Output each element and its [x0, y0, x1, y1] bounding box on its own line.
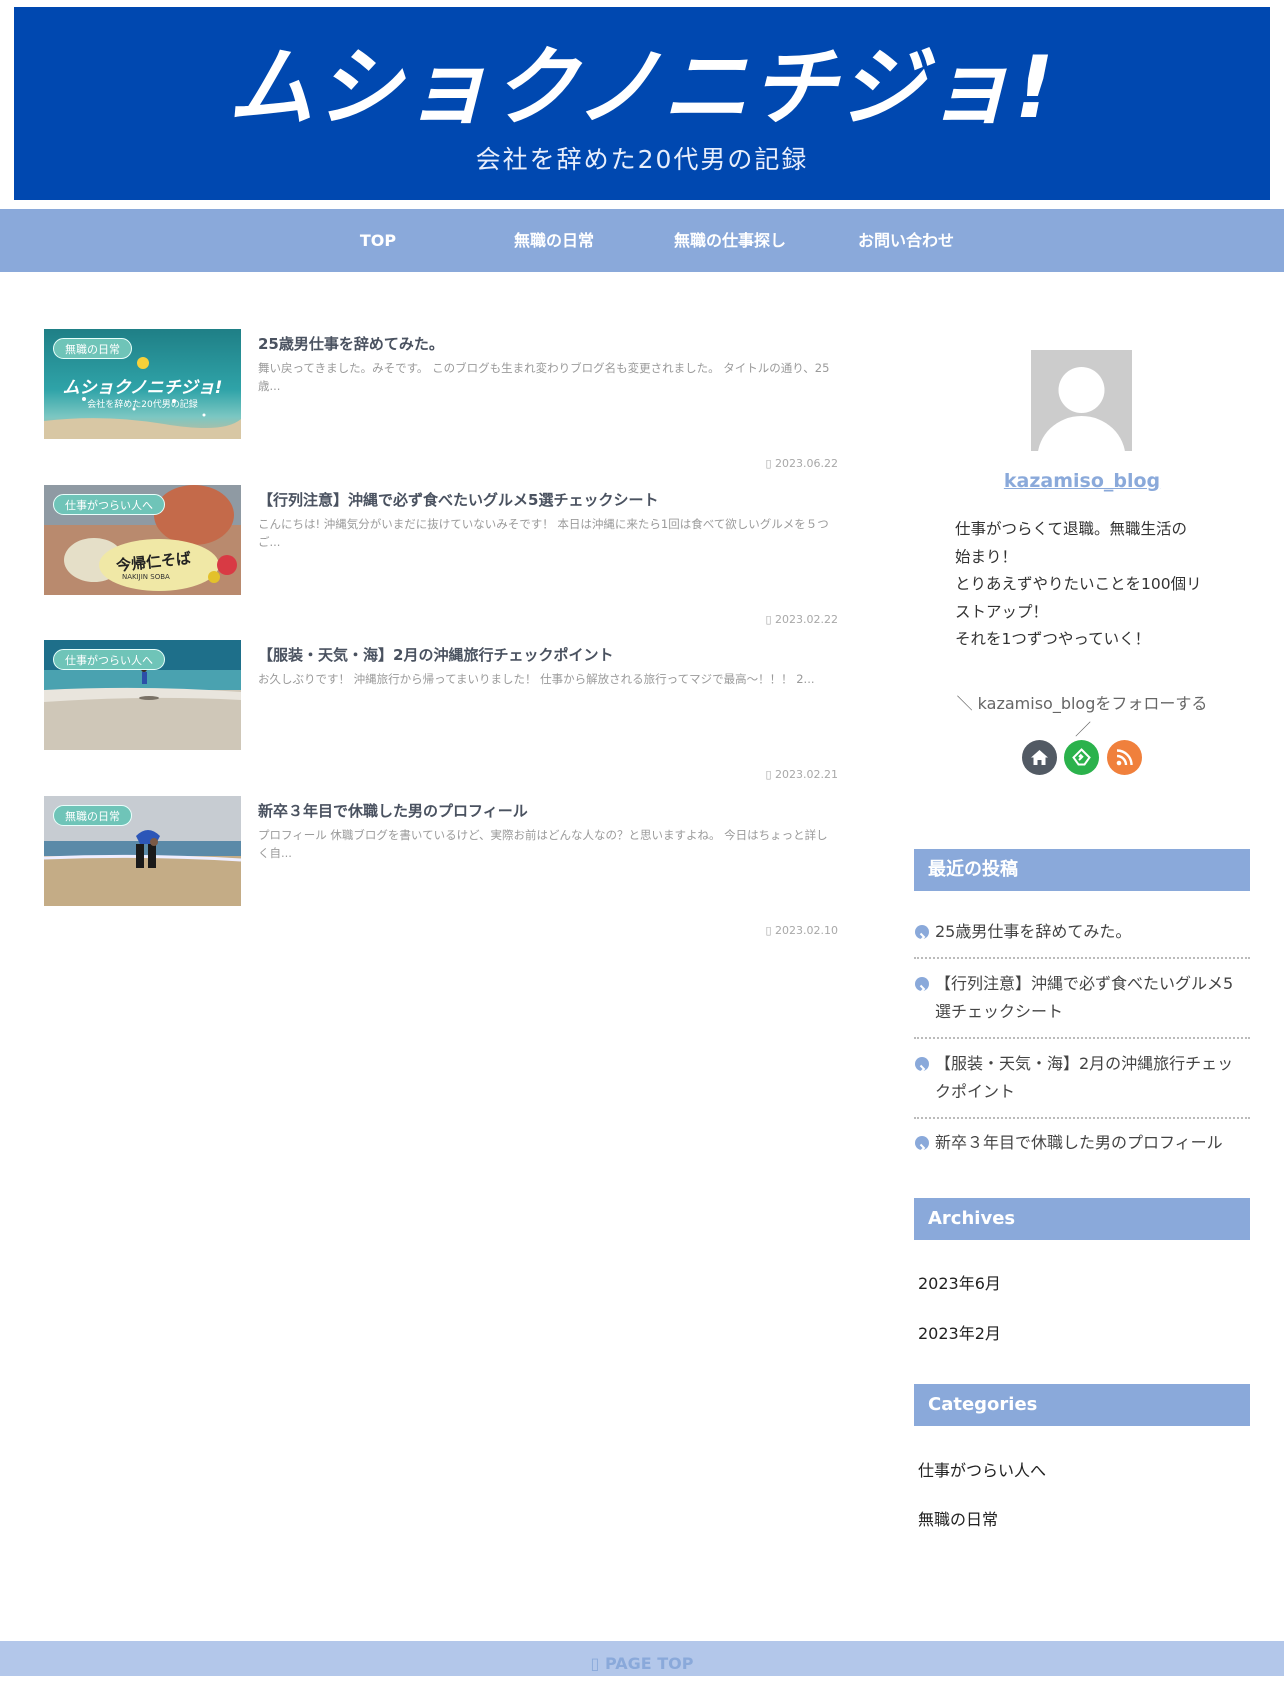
site-tagline: 会社を辞めた20代男の記録 [475, 145, 809, 174]
post-thumbnail[interactable]: 無職の日常 [44, 796, 241, 906]
post-date: ▯ 2023.02.21 [765, 768, 838, 781]
archive-link[interactable]: 2023年6月 [918, 1270, 1001, 1294]
categories-title: Categories [914, 1384, 1250, 1426]
thumb-sub: 会社を辞めた20代男の記録 [87, 400, 198, 410]
recent-post-label: 新卒３年目で休職した男のプロフィール [935, 1133, 1223, 1152]
chevron-right-icon [915, 1136, 929, 1153]
arrow-up-icon: ▯ [590, 1654, 600, 1673]
archives-title: Archives [914, 1198, 1250, 1240]
recent-post-link[interactable]: 【服装・天気・海】2月の沖縄旅行チェッ クポイント [914, 1050, 1250, 1106]
feedly-button[interactable] [1064, 740, 1099, 775]
post-date: ▯ 2023.06.22 [765, 457, 838, 470]
page-top-label: PAGE TOP [604, 1654, 694, 1673]
page-top-button[interactable]: ▯ PAGE TOP [0, 1641, 1284, 1676]
thumb-sign-en: NAKIJIN SOBA [122, 573, 170, 581]
clock-icon: ▯ [765, 768, 772, 781]
divider [914, 1037, 1250, 1039]
post-title[interactable]: 新卒３年目で休職した男のプロフィール [258, 800, 838, 821]
nav-item-contact[interactable]: お問い合わせ [818, 209, 994, 272]
recent-post-link[interactable]: 【行列注意】沖縄で必ず食べたいグルメ5 選チェックシート [914, 970, 1250, 1026]
chevron-right-icon [915, 1057, 929, 1074]
category-badge[interactable]: 仕事がつらい人へ [53, 649, 165, 670]
post-title[interactable]: 【行列注意】沖縄で必ず食べたいグルメ5選チェックシート [258, 489, 838, 510]
category-badge[interactable]: 仕事がつらい人へ [53, 494, 165, 515]
divider [914, 1117, 1250, 1119]
post-excerpt: プロフィール 休職ブログを書いているけど、実際お前はどんな人なの？と思いますよね… [258, 828, 828, 860]
bio-line: 始まり！ [955, 547, 1018, 566]
post-date: ▯ 2023.02.22 [765, 613, 838, 626]
bio-line: とりあえずやりたいことを100個リ [955, 575, 1202, 593]
category-link[interactable]: 無職の日常 [918, 1506, 998, 1530]
category-link[interactable]: 仕事がつらい人へ [918, 1457, 1046, 1481]
site-logo[interactable]: ムショクノニチジョ! [14, 33, 1270, 143]
rss-button[interactable] [1107, 740, 1142, 775]
post-excerpt: 舞い戻ってきました。みそです。 このブログも生まれ変わりブログ名も変更されました… [258, 361, 830, 393]
post-card[interactable]: 無職の日常 新卒３年目で休職した男のプロフィール プロフィール 休職ブログを書い… [44, 796, 838, 937]
recent-posts-title: 最近の投稿 [914, 849, 1250, 891]
post-date-text: 2023.02.21 [775, 768, 838, 781]
post-date-text: 2023.02.10 [775, 924, 838, 937]
archive-link[interactable]: 2023年2月 [918, 1320, 1001, 1344]
recent-post-label: 選チェックシート [935, 1002, 1064, 1021]
category-badge[interactable]: 無職の日常 [53, 805, 132, 826]
post-thumbnail[interactable]: ムショクノニチジョ! 会社を辞めた20代男の記録 無職の日常 [44, 329, 241, 439]
home-icon [1031, 750, 1048, 765]
nav-item-daily[interactable]: 無職の日常 [466, 209, 642, 272]
recent-post-label: 【行列注意】沖縄で必ず食べたいグルメ5 [935, 974, 1234, 993]
follow-slash: ／ [1075, 720, 1092, 739]
post-card[interactable]: 今帰仁そば NAKIJIN SOBA 仕事がつらい人へ 【行列注意】沖縄で必ず食… [44, 485, 838, 626]
post-excerpt: お久しぶりです！ 沖縄旅行から帰ってまいりました！ 仕事から解放される旅行ってマ… [258, 672, 815, 686]
clock-icon: ▯ [765, 924, 772, 937]
recent-post-label: 25歳男仕事を辞めてみた。 [935, 922, 1132, 941]
nav-item-job-search[interactable]: 無職の仕事探し [642, 209, 818, 272]
chevron-right-icon [915, 925, 929, 942]
recent-post-label: 【服装・天気・海】2月の沖縄旅行チェッ [935, 1054, 1234, 1073]
post-card[interactable]: ムショクノニチジョ! 会社を辞めた20代男の記録 無職の日常 25歳男仕事を辞め… [44, 329, 838, 470]
follow-text: ＼ kazamiso_blogをフォローする [956, 694, 1208, 713]
chevron-right-icon [915, 977, 929, 994]
post-title[interactable]: 25歳男仕事を辞めてみた。 [258, 333, 838, 354]
post-date-text: 2023.06.22 [775, 457, 838, 470]
recent-post-link[interactable]: 新卒３年目で休職した男のプロフィール [914, 1129, 1250, 1157]
post-thumbnail[interactable]: 今帰仁そば NAKIJIN SOBA 仕事がつらい人へ [44, 485, 241, 595]
site-header: ムショクノニチジョ! 会社を辞めた20代男の記録 [14, 7, 1270, 200]
post-card[interactable]: 仕事がつらい人へ 【服装・天気・海】2月の沖縄旅行チェックポイント お久しぶりで… [44, 640, 838, 781]
global-nav: TOP 無職の日常 無職の仕事探し お問い合わせ [0, 209, 1284, 272]
rss-icon [1116, 749, 1133, 766]
author-avatar [1031, 350, 1132, 451]
post-date-text: 2023.02.22 [775, 613, 838, 626]
home-button[interactable] [1022, 740, 1057, 775]
bio-line: それを1つずつやっていく！ [955, 630, 1151, 648]
recent-post-link[interactable]: 25歳男仕事を辞めてみた。 [914, 918, 1250, 946]
author-bio: 仕事がつらくて退職。無職生活の 始まり！ とりあえずやりたいことを100個リ ス… [955, 516, 1215, 654]
nav-item-top[interactable]: TOP [290, 209, 466, 272]
bio-line: 仕事がつらくて退職。無職生活の [955, 520, 1188, 538]
user-icon [1038, 367, 1125, 451]
thumb-logo: ムショクノニチジョ! [62, 378, 223, 398]
author-name-link[interactable]: kazamiso_blog [914, 470, 1250, 492]
divider [914, 957, 1250, 959]
post-excerpt: こんにちは! 沖縄気分がいまだに抜けていないみそです！ 本日は沖縄に来たら1回は… [258, 517, 829, 549]
post-date: ▯ 2023.02.10 [765, 924, 838, 937]
category-badge[interactable]: 無職の日常 [53, 338, 132, 359]
feedly-icon [1072, 748, 1091, 766]
recent-post-label: クポイント [935, 1082, 1016, 1101]
post-thumbnail[interactable]: 仕事がつらい人へ [44, 640, 241, 750]
bio-line: ストアップ！ [955, 602, 1049, 621]
post-title[interactable]: 【服装・天気・海】2月の沖縄旅行チェックポイント [258, 644, 838, 665]
clock-icon: ▯ [765, 457, 772, 470]
clock-icon: ▯ [765, 613, 772, 626]
